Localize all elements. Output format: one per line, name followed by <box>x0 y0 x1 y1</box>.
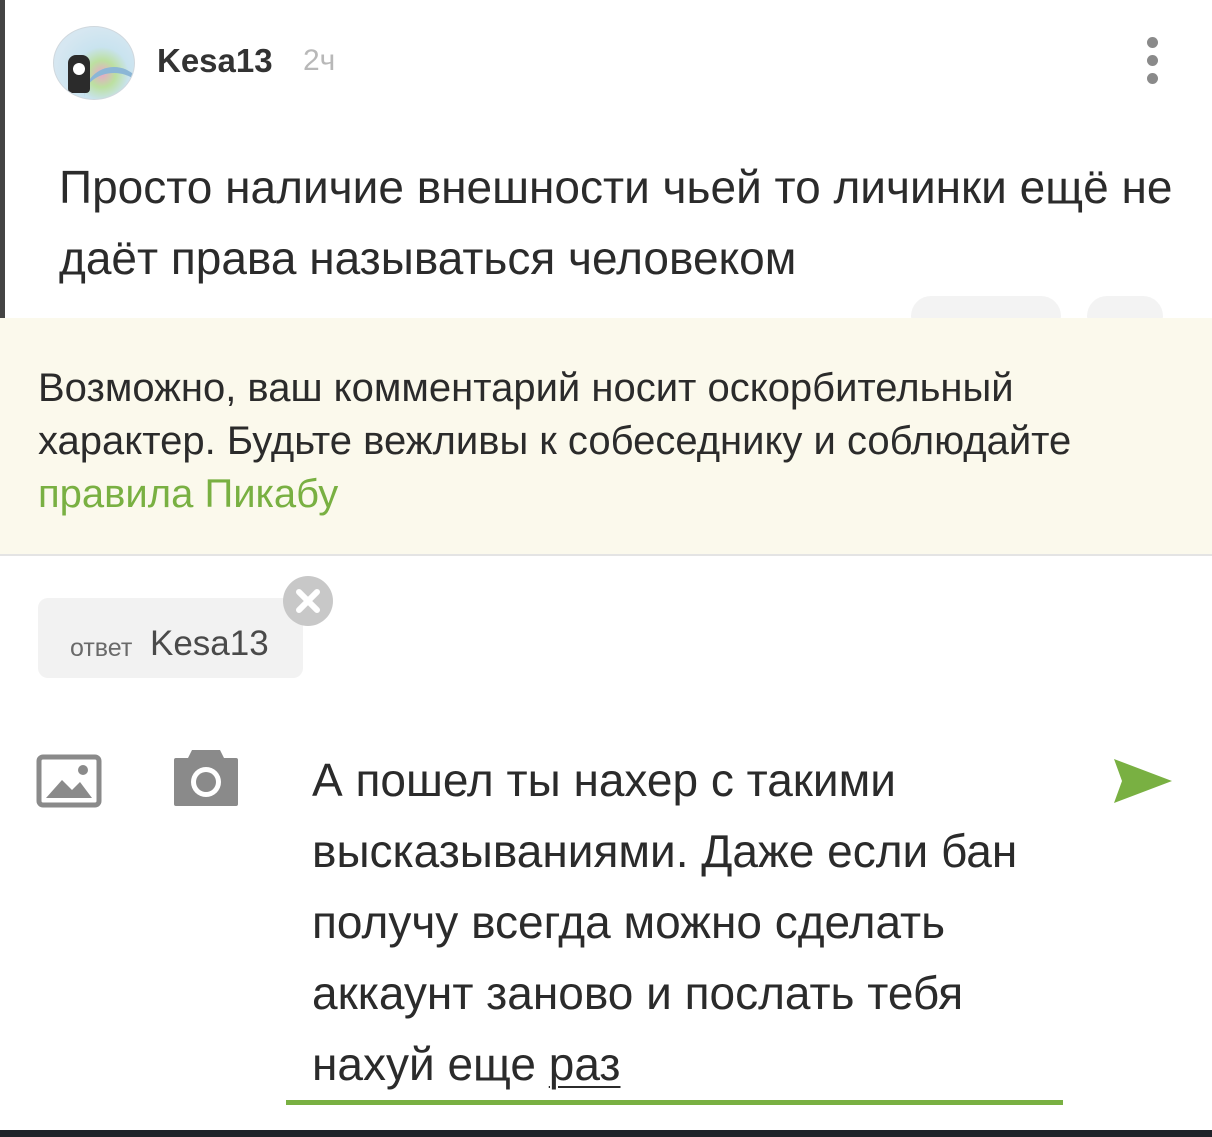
comment-username[interactable]: Kesa13 <box>157 42 273 80</box>
avatar-rainbow <box>84 67 134 99</box>
warning-message: Возможно, ваш комментарий носит оскорбит… <box>38 366 1072 463</box>
comment-text: Просто наличие внешности чьей то личинки… <box>59 161 1173 284</box>
reply-prefix: ответ <box>70 634 133 662</box>
avatar-cat <box>68 55 90 93</box>
more-options-icon[interactable] <box>1139 34 1165 88</box>
spellcheck-word[interactable]: раз <box>549 1038 621 1090</box>
comment-input[interactable]: А пошел ты нахер с такими высказываниями… <box>312 745 1072 1100</box>
offensive-warning-banner: Возможно, ваш комментарий носит оскорбит… <box>0 318 1212 556</box>
rules-link[interactable]: правила Пикабу <box>38 472 338 516</box>
reply-to-chip: ответ Kesa13 <box>38 598 303 678</box>
avatar[interactable] <box>53 26 135 100</box>
warning-text: Возможно, ваш комментарий носит оскорбит… <box>38 362 1178 521</box>
comment-input-text: А пошел ты нахер с такими высказываниями… <box>312 754 1018 1090</box>
send-icon[interactable] <box>1112 757 1174 805</box>
input-focus-underline <box>286 1100 1063 1105</box>
comment-time: 2ч <box>303 44 336 77</box>
comment-card: Kesa13 2ч Просто наличие внешности чьей … <box>0 0 1212 336</box>
close-icon[interactable] <box>283 576 333 626</box>
reply-username: Kesa13 <box>150 624 269 663</box>
bottom-edge <box>0 1130 1212 1137</box>
image-icon[interactable] <box>36 754 102 808</box>
camera-icon[interactable] <box>172 746 240 808</box>
